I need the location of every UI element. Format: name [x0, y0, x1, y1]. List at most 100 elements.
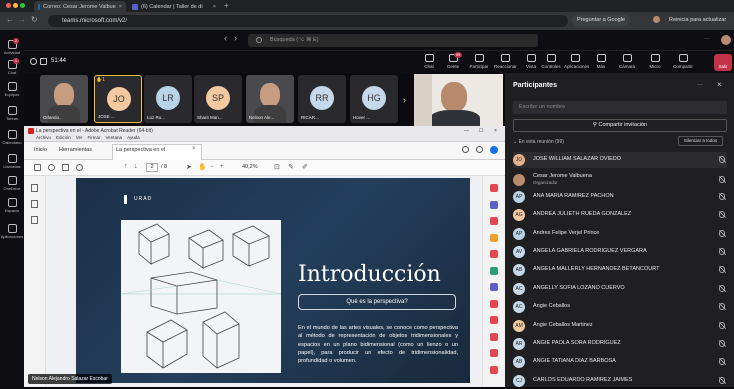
menu-ventana[interactable]: Ventana: [106, 135, 123, 140]
rail-item-calendario[interactable]: Calendario: [0, 130, 24, 145]
close-icon[interactable]: ×: [717, 80, 722, 89]
tool-micro[interactable]: Micro: [644, 54, 666, 69]
window-close-button[interactable]: [6, 3, 11, 8]
rail-item-aplicaciones[interactable]: Aplicaciones: [0, 224, 24, 239]
create-pdf-icon[interactable]: [490, 200, 498, 209]
menu-ver[interactable]: Ver: [76, 135, 83, 140]
forward-icon[interactable]: →: [18, 15, 26, 24]
compress-icon[interactable]: [490, 316, 498, 324]
comment-icon[interactable]: [490, 233, 498, 242]
close-tab-icon[interactable]: ×: [192, 146, 196, 152]
profile-avatar[interactable]: [653, 16, 660, 23]
rail-item-onedrive[interactable]: OneDrive: [0, 176, 24, 191]
pages-icon[interactable]: [31, 184, 38, 192]
save-icon[interactable]: [34, 164, 41, 171]
bookmark-icon[interactable]: [31, 200, 38, 208]
rail-item-tareas[interactable]: Tareas: [0, 106, 24, 121]
in-meeting-header[interactable]: ⌄ En esta reunión (99): [513, 139, 564, 145]
forward-icon[interactable]: ›: [234, 33, 237, 43]
new-tab-button[interactable]: +: [224, 1, 229, 10]
participant-row[interactable]: JO JOSE WILLIAM SALAZAR OVIEDO: [513, 152, 727, 168]
participant-row[interactable]: AM Angie Ceballos Martinez: [513, 318, 727, 334]
tool-vista[interactable]: Vista: [520, 54, 542, 69]
participant-row[interactable]: CJ CARLOS EDUARDO RAMIREZ JAIMES: [513, 373, 727, 389]
rail-item-espacio[interactable]: Espacio: [0, 198, 24, 213]
close-icon[interactable]: ×: [119, 4, 122, 10]
organize-icon[interactable]: [490, 266, 498, 275]
menu-edición[interactable]: Edición: [56, 135, 71, 140]
up-arrow-icon[interactable]: ↑: [124, 163, 128, 170]
account-avatar[interactable]: [490, 146, 498, 154]
rail-item-chat[interactable]: Chat 1: [0, 58, 24, 75]
restart-update-button[interactable]: Reinicia para actualizar: [664, 15, 731, 26]
back-icon[interactable]: ‹: [224, 33, 227, 43]
scan-icon[interactable]: [490, 283, 498, 291]
combine-icon[interactable]: [490, 250, 498, 258]
menu-archivo[interactable]: Archivo: [36, 135, 51, 140]
menu-firmar[interactable]: Firmar: [88, 135, 101, 140]
participant-tile[interactable]: LR Luz Ro...: [144, 75, 192, 123]
zoom-in-icon[interactable]: +: [220, 164, 224, 170]
meeting-info-icon[interactable]: [30, 58, 37, 65]
tool-más[interactable]: Más: [590, 54, 612, 69]
more-options-icon[interactable]: ···: [697, 82, 703, 88]
search-icon[interactable]: [76, 164, 83, 171]
notifications-icon[interactable]: [476, 146, 483, 153]
participant-row[interactable]: AC Angie Ceballos: [513, 299, 727, 315]
tool-gente[interactable]: Gente 99: [442, 52, 464, 69]
participant-row[interactable]: AB ANGELA MALLERLY HERNANDEZ BETANCOURT: [513, 262, 727, 278]
tab-document[interactable]: La perspectiva en el: [116, 147, 165, 153]
print-icon[interactable]: [62, 164, 69, 171]
tool-cámara[interactable]: Cámara: [616, 54, 638, 69]
participant-search-input[interactable]: Escribe un nombre: [513, 101, 727, 114]
tool-reaccionar[interactable]: Reaccionar: [494, 54, 517, 69]
participant-tile[interactable]: Nelson Ale...: [246, 75, 294, 123]
maximize-icon[interactable]: ☐: [479, 128, 483, 134]
participant-row[interactable]: AC ANGELLY SOFIA LOZANO CUERVO: [513, 281, 727, 297]
participant-tile[interactable]: RR RICAR...: [298, 75, 346, 123]
fill-sign-icon[interactable]: [490, 349, 498, 357]
export-pdf-icon[interactable]: [490, 184, 498, 192]
mute-all-button[interactable]: Silenciar a todos: [678, 136, 723, 146]
window-minimize-button[interactable]: [13, 3, 18, 8]
redact-icon[interactable]: [490, 332, 498, 341]
select-tool-icon[interactable]: ➤: [186, 163, 192, 171]
minimize-icon[interactable]: —: [464, 128, 469, 134]
tool-participar[interactable]: Participar: [468, 54, 490, 69]
page-number-input[interactable]: 2: [146, 163, 158, 172]
rail-item-actividad[interactable]: Actividad 2: [0, 38, 24, 55]
protect-icon[interactable]: [490, 299, 498, 308]
browser-tab-calendar[interactable]: (6) Calendar | Taller de di ×: [128, 1, 220, 12]
help-icon[interactable]: [462, 146, 469, 153]
zoom-out-icon[interactable]: −: [210, 164, 214, 170]
participant-row[interactable]: AG ANDREA JULIETH RUEDA GONZALEZ: [513, 207, 727, 223]
participant-tile[interactable]: HG Hover ...: [350, 75, 398, 123]
attachment-icon[interactable]: [31, 216, 38, 224]
menu-ayuda[interactable]: Ayuda: [127, 135, 140, 140]
tab-inicio[interactable]: Inicio: [34, 147, 47, 153]
browser-tab-mail[interactable]: Correo: Cesar Jerome Valbue ×: [34, 1, 126, 12]
window-zoom-button[interactable]: [20, 3, 25, 8]
tool-chat[interactable]: Chat: [418, 54, 440, 69]
tab-herramientas[interactable]: Herramientas: [59, 147, 92, 153]
rail-item-equipos[interactable]: Equipos: [0, 82, 24, 97]
comment-icon[interactable]: ✎: [288, 163, 294, 171]
fit-page-icon[interactable]: ⊡: [274, 163, 280, 171]
chevron-right-icon[interactable]: ›: [403, 95, 406, 105]
highlight-icon[interactable]: ✐: [302, 163, 308, 171]
url-field[interactable]: teams.microsoft.com/v2/: [48, 15, 568, 27]
participant-tile[interactable]: Orlando...: [40, 75, 88, 123]
search-input[interactable]: Búsqueda (⌥ ⌘ E): [248, 34, 538, 47]
participant-row[interactable]: Cesar Jerome Valbuena Organizador: [513, 172, 727, 188]
reload-icon[interactable]: ↻: [31, 15, 38, 24]
tool-aplicaciones[interactable]: Aplicaciones: [564, 54, 589, 69]
close-icon[interactable]: ×: [494, 128, 497, 134]
participant-row[interactable]: AV ANGELA GABRIELA RODRIGUEZ VERGARA: [513, 244, 727, 260]
ask-google-button[interactable]: Preguntar a Google: [572, 15, 631, 26]
back-icon[interactable]: ←: [6, 15, 14, 24]
more-tools-icon[interactable]: [490, 365, 498, 374]
participant-tile[interactable]: SP Sharit Man...: [194, 75, 242, 123]
down-arrow-icon[interactable]: ↓: [134, 163, 138, 170]
upload-icon[interactable]: [48, 164, 55, 171]
share-invite-button[interactable]: ⚲ Compartir invitación: [513, 119, 727, 132]
